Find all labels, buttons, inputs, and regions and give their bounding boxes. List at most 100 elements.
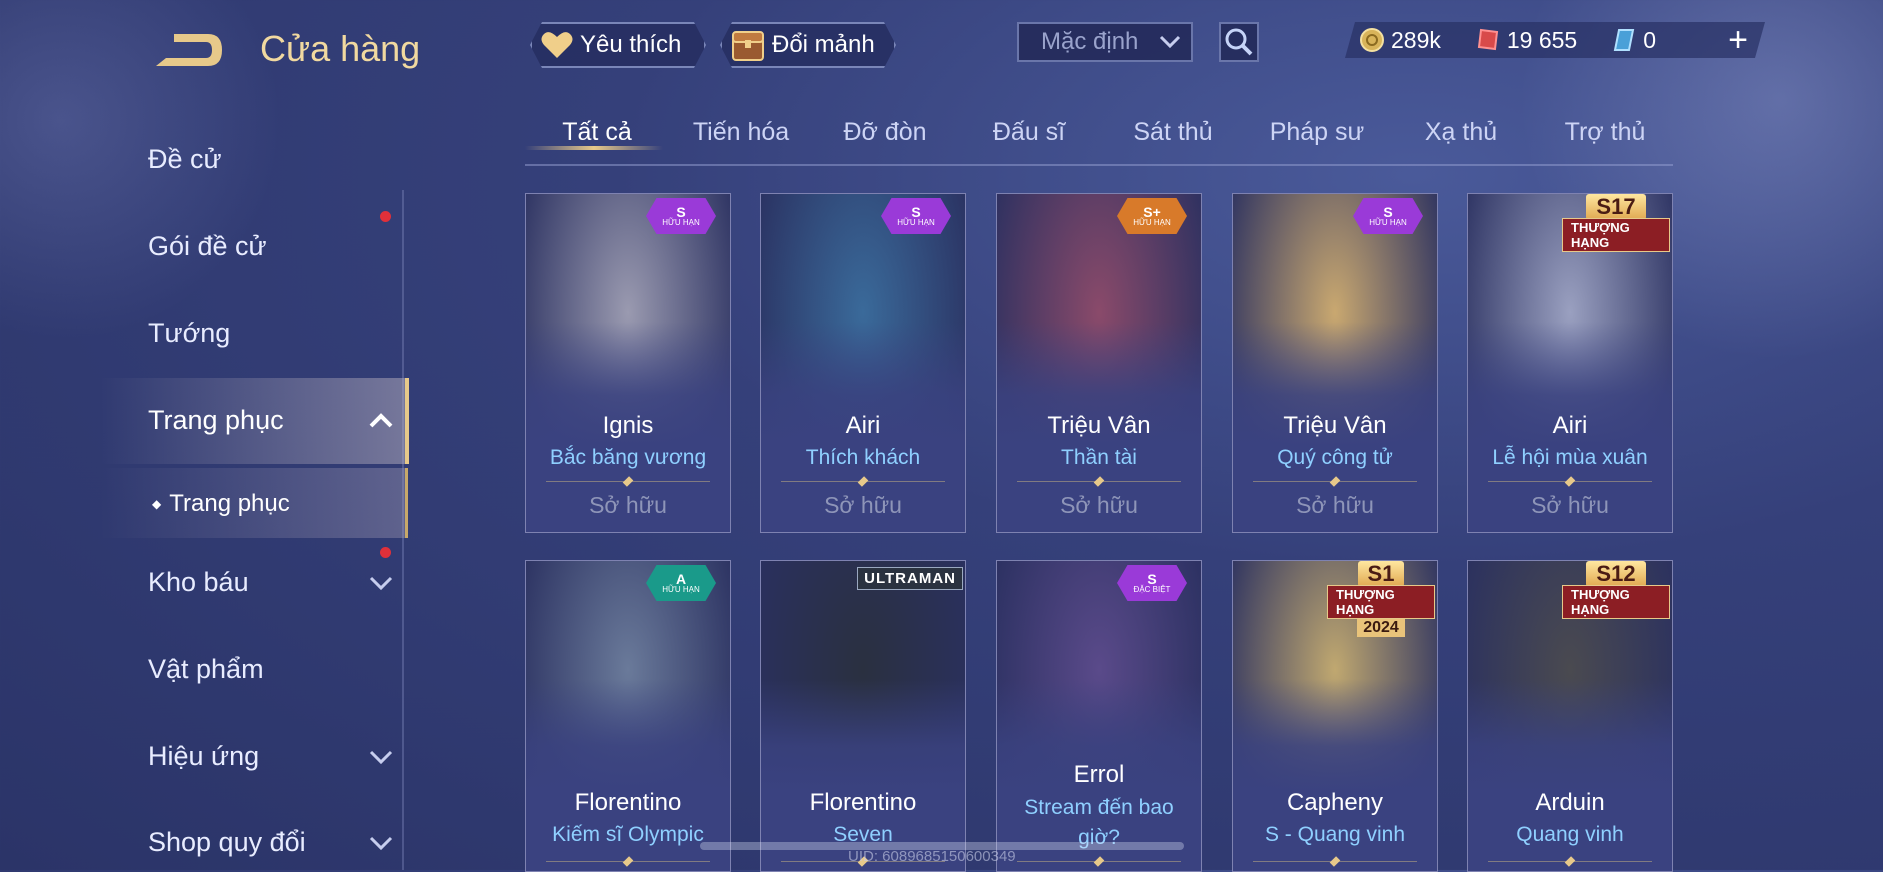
skin-card[interactable]: ULTRAMAN Florentino Seven xyxy=(760,560,966,872)
rarity-badge: S HỮU HẠN xyxy=(881,198,951,234)
sidebar-item-label: Gói đề cử xyxy=(148,231,267,261)
favorite-label: Yêu thích xyxy=(580,31,682,58)
tab-mage[interactable]: Pháp sư xyxy=(1245,118,1389,147)
skin-card[interactable]: S+ HỮU HẠN Triệu Vân Thần tài Sở hữu xyxy=(996,193,1202,533)
card-divider xyxy=(1253,861,1417,862)
skin-name: Thần tài xyxy=(1061,446,1137,469)
sidebar-item-label: Vật phẩm xyxy=(148,654,264,684)
chevron-down-icon xyxy=(369,750,393,764)
gold-coin-icon xyxy=(1359,27,1385,53)
hero-name: Florentino xyxy=(574,789,682,816)
season-rank-badge: S17 THƯỢNG HẠNG xyxy=(1562,194,1670,252)
tab-active-underline xyxy=(525,146,663,150)
sidebar-item-skins[interactable]: Trang phục xyxy=(148,405,393,436)
back-button[interactable] xyxy=(148,26,226,70)
hero-name: Triệu Vân xyxy=(1283,412,1387,439)
rarity-badge: S HỮU HẠN xyxy=(646,198,716,234)
hero-name: Capheny xyxy=(1286,789,1384,816)
gem-balance: 0 xyxy=(1611,27,1656,54)
sidebar-item-treasure[interactable]: Kho báu xyxy=(148,567,393,598)
rarity-badge: S HỮU HẠN xyxy=(1353,198,1423,234)
gem-amount: 0 xyxy=(1643,26,1657,53)
search-button[interactable] xyxy=(1219,22,1259,62)
tab-fighter[interactable]: Đấu sĩ xyxy=(957,118,1101,147)
card-divider xyxy=(1488,861,1652,862)
owned-status: Sở hữu xyxy=(1060,492,1138,518)
tab-tank[interactable]: Đỡ đòn xyxy=(813,118,957,147)
sidebar-item-label: Đề cử xyxy=(148,144,222,174)
skin-card[interactable]: S HỮU HẠN Triệu Vân Quý công tử Sở hữu xyxy=(1232,193,1438,533)
chevron-down-icon xyxy=(1159,35,1181,49)
owned-status: Sở hữu xyxy=(1531,492,1609,518)
heart-icon xyxy=(540,30,574,60)
sidebar-item-label: Hiệu ứng xyxy=(148,741,260,771)
voucher-balance: 19 655 xyxy=(1475,27,1577,54)
tab-support[interactable]: Trợ thủ xyxy=(1533,118,1677,147)
skin-card[interactable]: S1 THƯỢNG HẠNG 2024 Capheny S - Quang vinh xyxy=(1232,560,1438,872)
sidebar-item-label: Shop quy đổi xyxy=(148,827,306,857)
search-icon xyxy=(1225,28,1253,56)
skin-name: Bắc băng vương xyxy=(549,446,707,469)
sidebar-item-recommended[interactable]: Đề cử xyxy=(148,144,393,175)
sidebar-subitem-skins[interactable]: ◆ Trang phục xyxy=(152,490,397,518)
sidebar-item-label: Kho báu xyxy=(148,567,249,597)
card-divider xyxy=(1017,481,1181,482)
owned-status: Sở hữu xyxy=(1296,492,1374,518)
hero-name: Triệu Vân xyxy=(1047,412,1151,439)
gold-balance: 289k xyxy=(1359,27,1441,54)
skin-card[interactable]: S ĐẶC BIỆT Errol Stream đến bao giờ? xyxy=(996,560,1202,872)
rarity-badge: A HỮU HẠN xyxy=(646,565,716,601)
skin-name: Thích khách xyxy=(805,446,921,469)
sidebar-item-items[interactable]: Vật phẩm xyxy=(148,654,393,685)
sidebar-item-heroes[interactable]: Tướng xyxy=(148,318,393,349)
category-tabs: Tất cả Tiến hóa Đỡ đòn Đấu sĩ Sát thủ Ph… xyxy=(525,118,1673,166)
skin-card[interactable]: S HỮU HẠN Ignis Bắc băng vương Sở hữu xyxy=(525,193,731,533)
sort-value: Mặc định xyxy=(1041,28,1139,55)
sidebar-item-exchange-shop[interactable]: Shop quy đổi xyxy=(148,827,393,858)
hero-name: Arduin xyxy=(1535,789,1605,816)
hero-name: Errol xyxy=(1073,761,1125,788)
card-divider xyxy=(1253,481,1417,482)
sidebar-item-recommended-packs[interactable]: Gói đề cử xyxy=(148,231,393,262)
currency-bar: 289k 19 655 0 xyxy=(1345,22,1765,58)
rarity-badge: S ĐẶC BIỆT xyxy=(1117,565,1187,601)
skin-name: Quý công tử xyxy=(1277,446,1393,469)
skin-name: Lễ hội mùa xuân xyxy=(1492,446,1648,469)
collab-badge: ULTRAMAN xyxy=(857,567,963,590)
sidebar-item-label: Trang phục xyxy=(169,490,290,517)
season-rank-badge: S1 THƯỢNG HẠNG 2024 xyxy=(1327,561,1435,637)
skin-card[interactable]: S17 THƯỢNG HẠNG Airi Lễ hội mùa xuân Sở hữu xyxy=(1467,193,1673,533)
skin-card[interactable]: S HỮU HẠN Airi Thích khách Sở hữu xyxy=(760,193,966,533)
ruby-icon xyxy=(1475,27,1501,53)
sidebar-item-label: Tướng xyxy=(148,318,231,348)
tab-all[interactable]: Tất cả xyxy=(525,118,669,150)
user-id: UID: 6089685150600349 xyxy=(848,848,1016,865)
favorite-button[interactable]: Yêu thích xyxy=(530,22,706,68)
skin-name: Quang vinh xyxy=(1516,823,1624,846)
hero-name: Airi xyxy=(845,412,881,439)
card-divider xyxy=(1017,861,1181,862)
page-title: Cửa hàng xyxy=(260,28,421,69)
hero-name: Airi xyxy=(1552,412,1588,439)
exchange-fragments-button[interactable]: Đổi mảnh xyxy=(720,22,896,68)
diamond-bullet-icon: ◆ xyxy=(152,497,162,511)
owned-status: Sở hữu xyxy=(589,492,667,518)
plus-icon[interactable]: + xyxy=(1720,22,1756,58)
skin-card[interactable]: A HỮU HẠN Florentino Kiếm sĩ Olympic xyxy=(525,560,731,872)
card-divider xyxy=(546,481,710,482)
notification-dot xyxy=(380,211,391,222)
season-rank-badge: S12 THƯỢNG HẠNG xyxy=(1562,561,1670,619)
hero-name: Florentino xyxy=(809,789,917,816)
skin-name: S - Quang vinh xyxy=(1264,823,1406,846)
sidebar-item-label: Trang phục xyxy=(148,405,284,435)
tab-evolution[interactable]: Tiến hóa xyxy=(669,118,813,147)
tab-assassin[interactable]: Sát thủ xyxy=(1101,118,1245,147)
sidebar-item-effects[interactable]: Hiệu ứng xyxy=(148,741,393,772)
crystal-icon xyxy=(1611,27,1637,53)
sort-dropdown[interactable]: Mặc định xyxy=(1017,22,1193,62)
skin-card[interactable]: S12 THƯỢNG HẠNG Arduin Quang vinh xyxy=(1467,560,1673,872)
card-divider xyxy=(1488,481,1652,482)
tab-marksman[interactable]: Xạ thủ xyxy=(1389,118,1533,147)
card-divider xyxy=(781,481,945,482)
back-arrow-icon xyxy=(156,34,222,66)
